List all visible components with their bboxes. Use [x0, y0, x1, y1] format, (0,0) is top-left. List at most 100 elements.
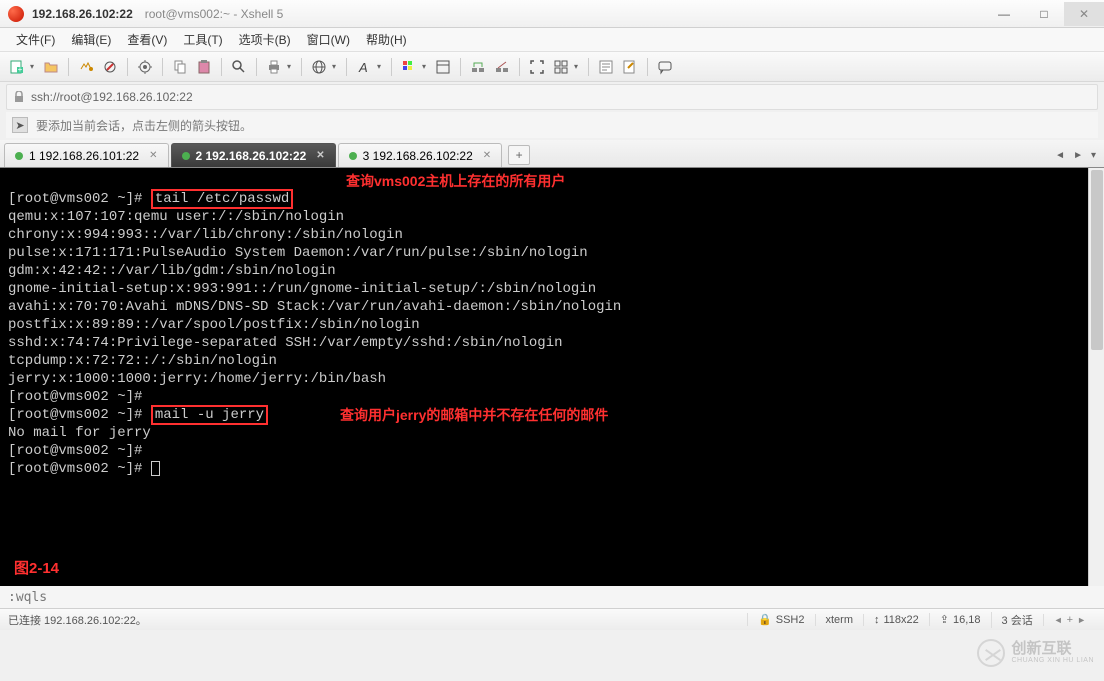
close-button[interactable]: ✕ — [1064, 2, 1104, 26]
watermark-logo-icon — [977, 639, 1005, 667]
close-icon: ✕ — [1079, 7, 1089, 21]
tile-dropdown[interactable]: ▾ — [574, 62, 582, 71]
transfer-button[interactable] — [467, 56, 489, 78]
menu-tab[interactable]: 选项卡(B) — [231, 29, 299, 50]
script-button[interactable] — [595, 56, 617, 78]
window-title: 192.168.26.102:22 — [32, 7, 133, 21]
terminal[interactable]: [root@vms002 ~]# tail /etc/passwdqemu:x:… — [0, 168, 1104, 586]
globe-dropdown[interactable]: ▾ — [332, 62, 340, 71]
tab-close-icon[interactable]: ✕ — [483, 150, 491, 161]
watermark-line1: 创新互联 — [1011, 641, 1094, 658]
status-dot-icon — [349, 152, 357, 160]
font-dropdown[interactable]: ▾ — [377, 62, 385, 71]
layout-button[interactable] — [432, 56, 454, 78]
separator — [460, 58, 461, 76]
separator — [647, 58, 648, 76]
maximize-icon: □ — [1040, 7, 1047, 21]
compose-button[interactable] — [619, 56, 641, 78]
separator — [68, 58, 69, 76]
tab-close-icon[interactable]: ✕ — [149, 150, 157, 161]
svg-text:A: A — [358, 60, 368, 75]
tab-nav: ◄ ► ▾ — [1053, 148, 1098, 163]
tab-label: 3 192.168.26.102:22 — [363, 149, 473, 163]
disconnect-button[interactable] — [99, 56, 121, 78]
open-button[interactable] — [40, 56, 62, 78]
window-controls: — □ ✕ — [984, 2, 1104, 26]
session-next-button[interactable]: ► — [1077, 615, 1086, 625]
new-session-dropdown[interactable]: ▾ — [30, 62, 38, 71]
status-nav: ◄ + ► — [1043, 614, 1096, 626]
tab-3[interactable]: 3 192.168.26.102:22 ✕ — [338, 143, 503, 167]
command-line[interactable]: :wqls — [0, 586, 1104, 608]
status-term: xterm — [815, 614, 864, 626]
tunnel-button[interactable] — [491, 56, 513, 78]
minimize-button[interactable]: — — [984, 2, 1024, 26]
annotation-2: 查询用户jerry的邮箱中并不存在任何的邮件 — [340, 406, 608, 424]
session-prev-button[interactable]: ◄ — [1054, 615, 1063, 625]
separator — [221, 58, 222, 76]
status-dot-icon — [15, 152, 23, 160]
new-session-button[interactable]: + — [6, 56, 28, 78]
session-add-button[interactable]: + — [1067, 614, 1073, 626]
watermark: 创新互联 CHUANG XIN HU LIAN — [977, 639, 1094, 667]
menu-help[interactable]: 帮助(H) — [358, 29, 415, 50]
figure-label: 图2-14 — [14, 560, 59, 578]
add-tab-button[interactable]: + — [508, 145, 530, 165]
tab-prev-button[interactable]: ◄ — [1053, 148, 1067, 163]
tab-1[interactable]: 1 192.168.26.101:22 ✕ — [4, 143, 169, 167]
hint-text: 要添加当前会话，点击左侧的箭头按钮。 — [36, 117, 252, 134]
color-button[interactable] — [398, 56, 420, 78]
tab-label: 1 192.168.26.101:22 — [29, 149, 139, 163]
minimize-icon: — — [998, 7, 1010, 21]
tab-list-button[interactable]: ▾ — [1089, 148, 1098, 163]
add-session-arrow-button[interactable]: ➤ — [12, 117, 28, 133]
print-dropdown[interactable]: ▾ — [287, 62, 295, 71]
lock-icon: 🔒 — [758, 613, 772, 626]
tab-next-button[interactable]: ► — [1071, 148, 1085, 163]
status-protocol: 🔒SSH2 — [747, 613, 814, 626]
menu-view[interactable]: 查看(V) — [119, 29, 175, 50]
chat-button[interactable] — [654, 56, 676, 78]
status-size: ↕ 118x22 — [863, 614, 929, 626]
watermark-line2: CHUANG XIN HU LIAN — [1011, 657, 1094, 665]
separator — [519, 58, 520, 76]
separator — [301, 58, 302, 76]
vertical-scrollbar[interactable] — [1088, 168, 1104, 586]
paste-button[interactable] — [193, 56, 215, 78]
resize-icon: ↕ — [874, 614, 880, 626]
reconnect-button[interactable] — [75, 56, 97, 78]
menu-file[interactable]: 文件(F) — [8, 29, 63, 50]
window-subtitle: root@vms002:~ - Xshell 5 — [145, 7, 284, 21]
tab-2[interactable]: 2 192.168.26.102:22 ✕ — [171, 143, 336, 167]
tab-label: 2 192.168.26.102:22 — [196, 149, 307, 163]
find-button[interactable] — [228, 56, 250, 78]
app-icon — [8, 6, 24, 22]
separator — [391, 58, 392, 76]
status-dot-icon — [182, 152, 190, 160]
command-text: :wqls — [8, 590, 47, 605]
separator — [346, 58, 347, 76]
globe-button[interactable] — [308, 56, 330, 78]
svg-text:+: + — [18, 65, 23, 74]
print-button[interactable] — [263, 56, 285, 78]
menu-tools[interactable]: 工具(T) — [175, 29, 230, 50]
tab-close-icon[interactable]: ✕ — [316, 150, 324, 161]
menu-window[interactable]: 窗口(W) — [299, 29, 358, 50]
separator — [162, 58, 163, 76]
properties-button[interactable] — [134, 56, 156, 78]
menu-edit[interactable]: 编辑(E) — [63, 29, 119, 50]
tile-button[interactable] — [550, 56, 572, 78]
address-text: ssh://root@192.168.26.102:22 — [31, 90, 193, 104]
tab-bar: 1 192.168.26.101:22 ✕ 2 192.168.26.102:22… — [0, 140, 1104, 168]
copy-button[interactable] — [169, 56, 191, 78]
scroll-thumb[interactable] — [1091, 170, 1103, 350]
address-bar[interactable]: ssh://root@192.168.26.102:22 — [6, 84, 1098, 110]
lock-icon — [13, 91, 25, 103]
status-sessions: 3 会话 — [991, 612, 1043, 628]
color-dropdown[interactable]: ▾ — [422, 62, 430, 71]
maximize-button[interactable]: □ — [1024, 2, 1064, 26]
font-button[interactable]: A — [353, 56, 375, 78]
status-connection: 已连接 192.168.26.102:22。 — [8, 612, 747, 628]
fullscreen-button[interactable] — [526, 56, 548, 78]
separator — [256, 58, 257, 76]
